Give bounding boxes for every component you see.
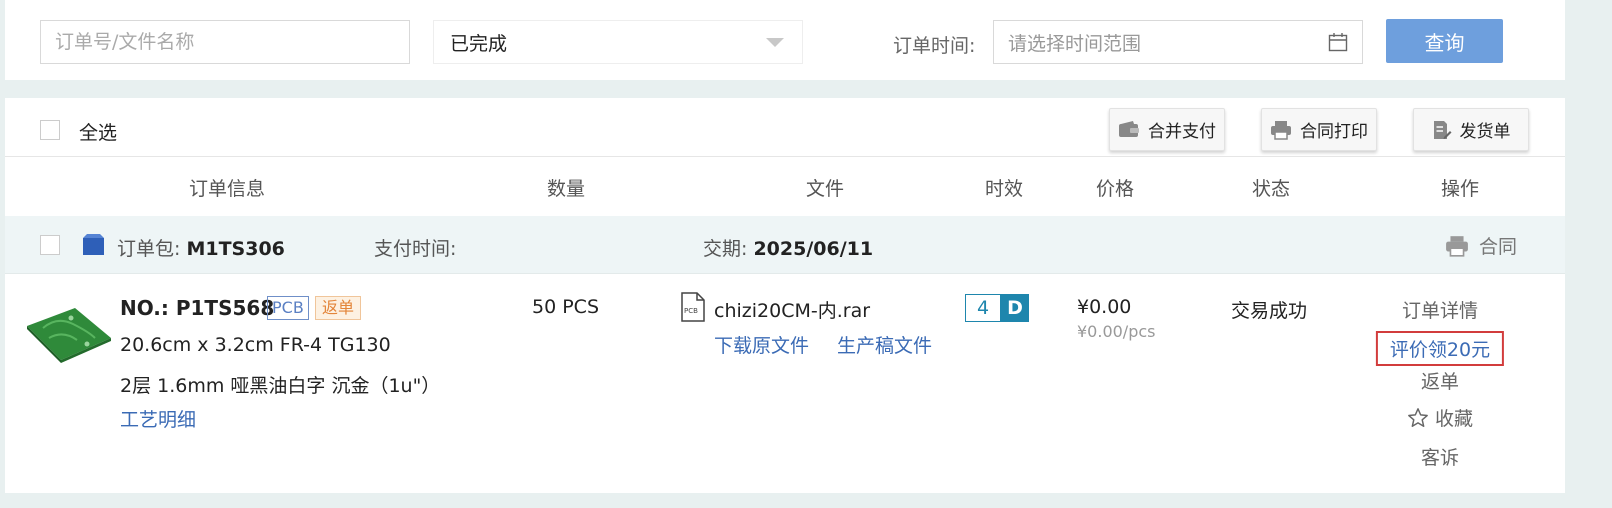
status-select-value: 已完成 <box>450 32 508 55</box>
review-reward-link[interactable]: 评价领20元 <box>1375 331 1505 366</box>
delivery-date-value: 2025/06/11 <box>753 238 874 260</box>
package-checkbox[interactable] <box>40 235 60 255</box>
printer-icon <box>1271 120 1291 140</box>
craft-details-link[interactable]: 工艺明细 <box>120 405 196 432</box>
production-file-link[interactable]: 生产稿文件 <box>837 331 932 358</box>
package-icon <box>83 234 104 255</box>
divider <box>5 156 1565 157</box>
query-button[interactable]: 查询 <box>1386 19 1503 63</box>
reorder-link[interactable]: 返单 <box>1421 367 1459 394</box>
order-detail-link[interactable]: 订单详情 <box>1402 296 1478 323</box>
lead-time-badge: 4 D <box>965 294 1029 322</box>
contract-label: 合同 <box>1479 236 1518 258</box>
package-id: 订单包: M1TS306 <box>117 234 285 261</box>
time-range-placeholder: 请选择时间范围 <box>1008 32 1142 55</box>
order-price: ¥0.00 <box>1077 296 1132 318</box>
pcb-board-thumbnail <box>27 308 111 363</box>
package-label: 订单包: <box>117 238 181 260</box>
favorite-label: 收藏 <box>1434 408 1474 430</box>
shipping-note-button[interactable]: 发货单 <box>1413 108 1529 151</box>
order-status: 交易成功 <box>1231 300 1308 322</box>
order-number: NO.: P1TS568 <box>120 296 275 320</box>
calendar-icon <box>1328 33 1348 52</box>
order-spec-process: 2层 1.6mm 哑黑油白字 沉金（1u"） <box>120 375 441 397</box>
order-spec-dimensions: 20.6cm x 3.2cm FR-4 TG130 <box>120 334 391 356</box>
document-edit-icon <box>1433 120 1451 139</box>
column-lead-time: 时效 <box>984 178 1024 200</box>
column-status: 状态 <box>1251 178 1291 200</box>
reorder-badge: 返单 <box>315 296 362 320</box>
wallet-icon <box>1119 120 1139 137</box>
merge-pay-button[interactable]: 合并支付 <box>1109 108 1225 151</box>
delivery-date: 交期: 2025/06/11 <box>703 234 873 261</box>
file-type-label: PCB <box>684 307 698 315</box>
chevron-down-icon <box>766 37 784 47</box>
unit-price: ¥0.00/pcs <box>1077 322 1156 341</box>
merge-print-button[interactable]: 合同打印 <box>1261 108 1377 151</box>
contract-print-button[interactable]: 合同 <box>1445 232 1517 259</box>
time-range-input[interactable]: 请选择时间范围 <box>993 20 1363 64</box>
column-file: 文件 <box>805 178 845 200</box>
order-time-label: 订单时间: <box>893 35 976 57</box>
column-quantity: 数量 <box>546 178 586 200</box>
download-original-link[interactable]: 下载原文件 <box>714 331 809 358</box>
pay-time-label: 支付时间: <box>374 238 457 260</box>
delivery-label: 交期: <box>703 238 748 260</box>
select-all-checkbox[interactable] <box>40 120 60 140</box>
order-row: NO.: P1TS568 PCB 返单 20.6cm x 3.2cm FR-4 … <box>5 274 1565 493</box>
pcb-file-icon: PCB <box>681 292 705 322</box>
select-all-label: 全选 <box>79 122 118 144</box>
column-order-info: 订单信息 <box>188 178 266 200</box>
status-select[interactable]: 已完成 <box>433 20 803 64</box>
printer-icon <box>1446 235 1468 257</box>
column-actions: 操作 <box>1440 178 1480 200</box>
pcb-type-badge: PCB <box>267 296 309 320</box>
column-price: 价格 <box>1095 178 1135 200</box>
lead-time-value: 4 <box>965 294 1001 322</box>
file-name: chizi20CM-内.rar <box>714 300 871 322</box>
lead-time-unit: D <box>1001 294 1029 322</box>
complaint-link[interactable]: 客诉 <box>1421 443 1459 470</box>
merge-print-label: 合同打印 <box>1300 122 1368 142</box>
order-package-row: 订单包: M1TS306 支付时间: 交期: 2025/06/11 合同 <box>5 216 1565 274</box>
order-search-input[interactable] <box>40 20 410 64</box>
merge-pay-label: 合并支付 <box>1148 122 1216 142</box>
package-id-value: M1TS306 <box>186 238 285 260</box>
favorite-button[interactable]: 收藏 <box>1407 404 1473 431</box>
star-icon <box>1408 407 1428 427</box>
filter-panel: 已完成 订单时间: 请选择时间范围 查询 <box>5 0 1565 80</box>
order-quantity: 50 PCS <box>532 296 600 318</box>
shipping-note-label: 发货单 <box>1459 122 1511 142</box>
order-list-panel: 全选 合并支付 合同打印 发货单 订单信息 数量 文件 时效 价格 状态 操作 <box>5 98 1565 493</box>
